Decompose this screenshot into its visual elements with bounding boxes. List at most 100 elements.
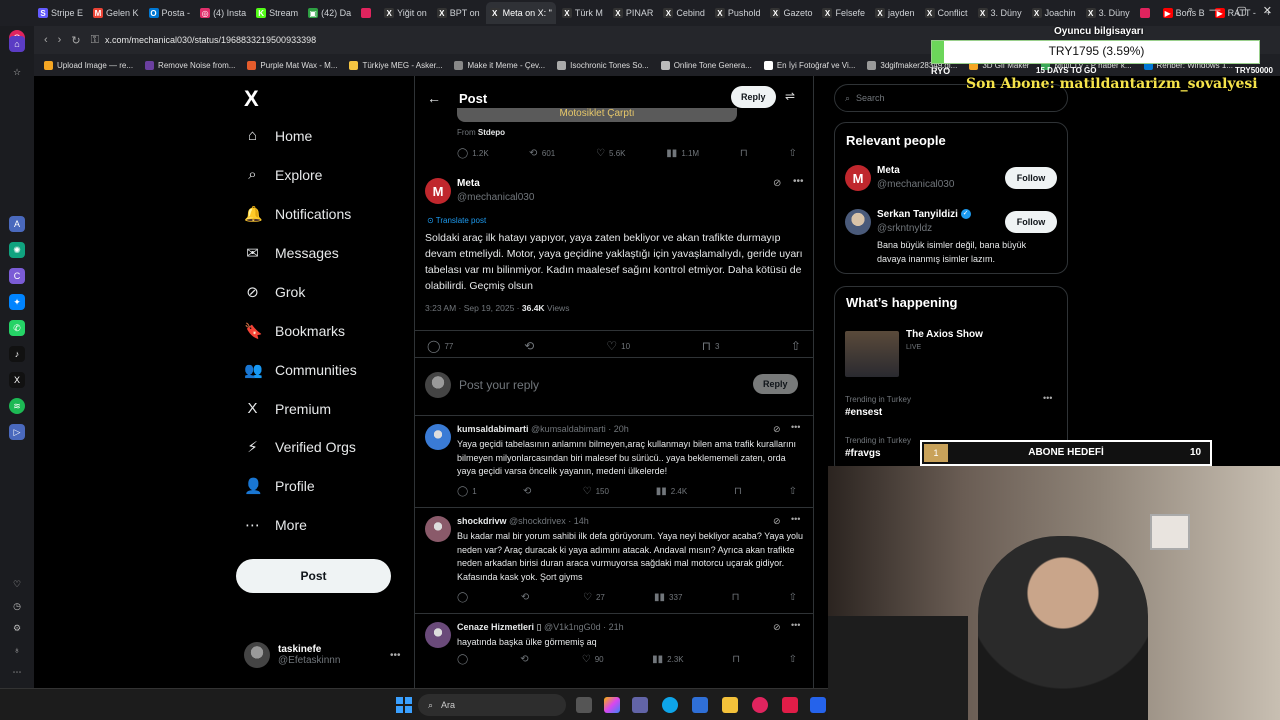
opera-icon[interactable]	[752, 697, 768, 713]
nav-bookmarks[interactable]: 🔖 Bookmarks	[244, 322, 345, 340]
reply-action[interactable]: ◯	[457, 592, 472, 603]
whatsapp-icon[interactable]: ✆	[9, 320, 25, 336]
tiktok-icon[interactable]: ♪	[9, 346, 25, 362]
share-action[interactable]: ⇧	[789, 148, 797, 159]
grok-icon[interactable]: ⊘	[773, 424, 781, 435]
share-action[interactable]: ⇧	[789, 592, 797, 603]
settings-icon[interactable]: ⚙	[9, 620, 25, 636]
like-action[interactable]: ♡ 150	[583, 486, 609, 497]
nav-messages[interactable]: ✉ Messages	[244, 244, 339, 262]
nav-communities[interactable]: 👥 Communities	[244, 361, 357, 379]
star-icon[interactable]: ☆	[9, 64, 25, 80]
person-name[interactable]: Serkan Tanyildizi ✓	[877, 209, 971, 220]
person-handle[interactable]: @srkntnyldz	[877, 223, 932, 234]
repost-action[interactable]: ⟲ 601	[529, 148, 555, 159]
browser-tab[interactable]: X Felsefe	[818, 2, 869, 24]
reply-action[interactable]: ◯ 1	[457, 486, 477, 497]
browser-tab[interactable]	[357, 2, 378, 24]
follow-button[interactable]: Follow	[1005, 167, 1057, 189]
views-action[interactable]: ▮▮ 2.4K	[656, 486, 687, 497]
nav-more[interactable]: ⋯ More	[244, 516, 307, 534]
app-w-icon[interactable]	[782, 697, 798, 713]
reply-action[interactable]: ◯ 1.2K	[457, 148, 489, 159]
like-action[interactable]: ♡ 10	[606, 339, 630, 353]
bookmark-item[interactable]: Make it Meme - Çev...	[454, 60, 545, 70]
browser-tab[interactable]: Xjayden	[871, 2, 919, 24]
url-field[interactable]: x.com/mechanical030/status/1968833219500…	[105, 35, 316, 45]
chatgpt-icon[interactable]: ✺	[9, 242, 25, 258]
trend-tag[interactable]: #ensest	[845, 407, 882, 418]
reload-icon[interactable]: ↻	[71, 34, 80, 47]
copilot-icon[interactable]	[604, 697, 620, 713]
account-more-icon[interactable]: •••	[390, 650, 401, 661]
bookmark-item[interactable]: Isochronic Tones So...	[557, 60, 649, 70]
spotify-icon[interactable]: ≋	[9, 398, 25, 414]
bookmark-item[interactable]: Purple Mat Wax - M...	[247, 60, 337, 70]
reply-more-icon[interactable]: •••	[791, 620, 800, 630]
reply-item[interactable]: shockdrivw @shockdrivex · 14h ⊘ ••• Bu kada…	[415, 508, 813, 614]
browser-tab[interactable]: X Türk M	[558, 2, 607, 24]
store-icon[interactable]	[692, 697, 708, 713]
tweet-more-icon[interactable]: •••	[793, 176, 804, 187]
nav-explore[interactable]: ⌕ Explore	[244, 166, 322, 183]
browser-tab[interactable]: ◎ (4) Insta	[196, 2, 250, 24]
browser-tab[interactable]: X Cebind	[659, 2, 709, 24]
video-source-name[interactable]: Stdepo	[478, 128, 505, 137]
reply-avatar[interactable]	[425, 622, 451, 648]
reply-input[interactable]: Post your reply	[459, 378, 539, 392]
browser-tab[interactable]: X 3. Düny	[1082, 2, 1134, 24]
lightbulb-icon[interactable]: ♁	[9, 642, 25, 658]
bookmark-item[interactable]: Türkiye MEG - Asker...	[349, 60, 442, 70]
reply-avatar[interactable]	[425, 516, 451, 542]
account-switcher[interactable]: taskinefe @Efetaskinnn •••	[244, 642, 401, 668]
nav-verified-orgs[interactable]: ⚡ Verified Orgs	[244, 438, 356, 456]
nav-profile[interactable]: 👤 Profile	[244, 477, 315, 495]
task-view-icon[interactable]	[576, 697, 592, 713]
minimize-icon[interactable]: —	[1209, 4, 1220, 17]
teams-icon[interactable]	[632, 697, 648, 713]
post-button[interactable]: Post	[236, 559, 391, 593]
site-info-icon[interactable]: ⚿	[91, 34, 99, 47]
nav-notifications[interactable]: 🔔 Notifications	[244, 205, 351, 223]
maximize-icon[interactable]: ▢	[1236, 4, 1246, 17]
bookmark-item[interactable]: En İyi Fotoğraf ve Vi...	[763, 60, 855, 70]
browser-tab[interactable]	[1136, 2, 1157, 24]
browser-tab[interactable]: S Stripe E	[34, 2, 87, 24]
tweet-timestamp[interactable]: 3:23 AM · Sep 19, 2025 · 36.4K Views	[425, 303, 569, 313]
x-logo-icon[interactable]: X	[244, 86, 259, 112]
views-action[interactable]: ▮▮ 2.3K	[652, 654, 683, 665]
browser-tab[interactable]: X Yiğit on	[380, 2, 431, 24]
reply-submit-button[interactable]: Reply	[753, 374, 798, 394]
reply-more-icon[interactable]: •••	[791, 422, 800, 432]
browser-tab[interactable]: M Gelen K	[89, 2, 143, 24]
reply-author[interactable]: shockdrivw @shockdrivex · 14h	[457, 516, 589, 526]
back-arrow-icon[interactable]: ←	[427, 90, 441, 106]
tweet-author-handle[interactable]: @mechanical030	[457, 192, 534, 203]
browser-tab[interactable]: X Meta on X: "	[485, 2, 556, 24]
edge-icon[interactable]	[662, 697, 678, 713]
bookmark-item[interactable]: Upload Image — re...	[44, 60, 133, 70]
tweet-author-avatar[interactable]: M	[425, 178, 451, 204]
bookmark-action[interactable]: ⊓	[734, 486, 742, 497]
filter-icon[interactable]: ⇌	[785, 89, 795, 103]
share-action[interactable]: ⇧	[791, 339, 801, 353]
bookmark-item[interactable]: Online Tone Genera...	[660, 60, 752, 70]
share-action[interactable]: ⇧	[789, 654, 797, 665]
grok-icon[interactable]: ⊘	[773, 516, 781, 527]
bookmark-action[interactable]: ⊓	[740, 148, 748, 159]
tweet-author-name[interactable]: Meta	[457, 178, 480, 189]
grok-icon[interactable]: ⊘	[773, 622, 781, 633]
share-action[interactable]: ⇧	[789, 486, 797, 497]
x-icon[interactable]: X	[9, 372, 25, 388]
reply-item[interactable]: Cenaze Hizmetleri ▯ @V1k1ngG0d · 21h ⊘ •••…	[415, 614, 813, 688]
browser-tab[interactable]: X BPT on	[433, 2, 484, 24]
reply-more-icon[interactable]: •••	[791, 514, 800, 524]
browser-tab[interactable]: X Gazeto	[766, 2, 816, 24]
aria-icon[interactable]: A	[9, 216, 25, 232]
close-icon[interactable]: ✕	[1263, 4, 1272, 17]
trend-more-icon[interactable]: •••	[1043, 393, 1052, 403]
translate-post-link[interactable]: ⊙ Translate post	[427, 216, 486, 225]
browser-tab[interactable]: ▣ (42) Da	[304, 2, 355, 24]
repost-action[interactable]: ⟲	[523, 486, 535, 497]
follow-button[interactable]: Follow	[1005, 211, 1057, 233]
